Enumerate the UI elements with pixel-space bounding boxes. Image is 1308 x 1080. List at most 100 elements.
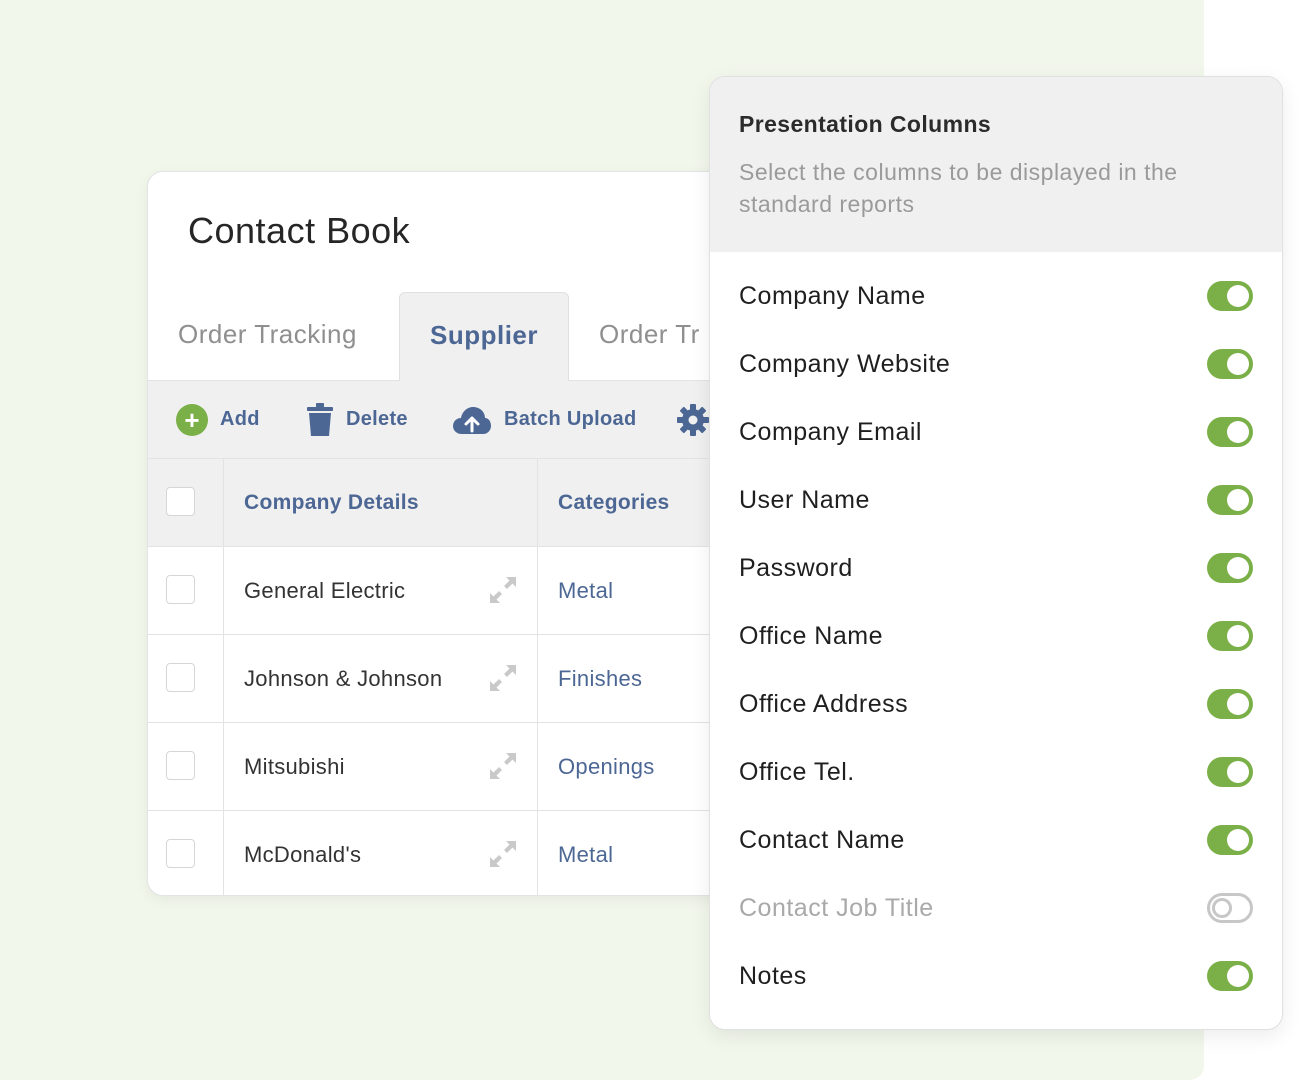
categories-header[interactable]: Categories [558, 459, 670, 546]
column-option-label: User Name [739, 486, 870, 514]
column-option: Notes [710, 942, 1282, 1010]
company-name: Johnson & Johnson [244, 666, 443, 691]
toolbar: + Add Delete Batch Upload [148, 381, 788, 459]
expand-arrows-icon[interactable] [487, 574, 519, 606]
tab-bar: Order Tracking Supplier Order Tr [148, 292, 788, 381]
panel-title: Presentation Columns [739, 111, 992, 137]
gear-icon [677, 403, 709, 436]
company-name: McDonald's [244, 842, 362, 867]
column-option-label: Company Name [739, 282, 926, 310]
column-toggle[interactable] [1207, 417, 1253, 447]
company-cell: General Electric [224, 547, 538, 634]
add-button[interactable]: + Add [176, 381, 260, 458]
column-option-label: Office Name [739, 622, 883, 650]
panel-header: Presentation Columns Select the columns … [710, 77, 1282, 252]
column-option: Office Address [710, 670, 1282, 738]
company-cell: Johnson & Johnson [224, 635, 538, 722]
company-cell: Mitsubishi [224, 723, 538, 810]
presentation-columns-panel: Presentation Columns Select the columns … [709, 76, 1283, 1030]
column-toggle[interactable] [1207, 757, 1253, 787]
category-link[interactable]: Finishes [558, 635, 642, 722]
select-all-checkbox[interactable] [166, 487, 195, 516]
table-header-row: Company Details Categories [148, 459, 788, 547]
category-link[interactable]: Metal [558, 811, 613, 895]
delete-label: Delete [346, 408, 408, 430]
company-name: General Electric [244, 578, 406, 603]
expand-arrows-icon[interactable] [487, 838, 519, 870]
table-row[interactable]: Mitsubishi Openings [148, 723, 788, 811]
column-option: User Name [710, 466, 1282, 534]
settings-button[interactable] [676, 381, 710, 458]
table-row[interactable]: General Electric Metal [148, 547, 788, 635]
table-row[interactable]: McDonald's Metal [148, 811, 788, 895]
header-check-cell [148, 459, 224, 546]
page-title: Contact Book [188, 210, 411, 251]
column-option-label: Office Address [739, 690, 909, 718]
column-option-label: Contact Job Title [739, 894, 934, 922]
column-toggle[interactable] [1207, 553, 1253, 583]
column-option-label: Company Email [739, 418, 922, 446]
batch-upload-button[interactable]: Batch Upload [452, 381, 637, 458]
tab-order-tracking-2[interactable]: Order Tr [599, 292, 700, 380]
toggle-knob [1227, 625, 1249, 647]
expand-arrows-icon[interactable] [487, 662, 519, 694]
row-check-cell [148, 635, 224, 722]
column-toggle[interactable] [1207, 689, 1253, 719]
toggle-knob [1227, 285, 1249, 307]
column-option: Contact Name [710, 806, 1282, 874]
column-option: Password [710, 534, 1282, 602]
table-row[interactable]: Johnson & Johnson Finishes [148, 635, 788, 723]
trash-icon [307, 402, 333, 436]
column-option-label: Office Tel. [739, 758, 855, 786]
tab-order-tracking[interactable]: Order Tracking [178, 292, 357, 380]
row-checkbox[interactable] [166, 839, 195, 868]
column-toggle[interactable] [1207, 961, 1253, 991]
column-toggle[interactable] [1207, 485, 1253, 515]
row-check-cell [148, 811, 224, 895]
add-label: Add [220, 408, 260, 430]
toggle-knob [1227, 421, 1249, 443]
row-check-cell [148, 723, 224, 810]
row-checkbox[interactable] [166, 575, 195, 604]
toggle-knob [1227, 965, 1249, 987]
column-option: Office Tel. [710, 738, 1282, 806]
panel-subtitle: Select the columns to be displayed in th… [739, 159, 1178, 217]
plus-circle-icon: + [176, 403, 208, 436]
column-toggle[interactable] [1207, 349, 1253, 379]
row-checkbox[interactable] [166, 663, 195, 692]
category-link[interactable]: Metal [558, 547, 613, 634]
toggle-knob [1227, 829, 1249, 851]
cloud-upload-icon [453, 406, 491, 434]
category-link[interactable]: Openings [558, 723, 655, 810]
column-option-label: Contact Name [739, 826, 905, 854]
company-name: Mitsubishi [244, 754, 345, 779]
column-option: Company Website [710, 330, 1282, 398]
row-checkbox[interactable] [166, 751, 195, 780]
table-body: General Electric Metal Johnson & Johnson [148, 547, 788, 895]
column-toggle[interactable] [1207, 621, 1253, 651]
column-toggle[interactable] [1207, 281, 1253, 311]
batch-upload-label: Batch Upload [504, 408, 637, 430]
toggle-knob [1212, 898, 1232, 918]
toggle-knob [1227, 557, 1249, 579]
contact-book-card: Contact Book Order Tracking Supplier Ord… [147, 171, 789, 896]
column-toggle[interactable] [1207, 893, 1253, 923]
toggle-knob [1227, 353, 1249, 375]
delete-button[interactable]: Delete [306, 381, 408, 458]
toggle-knob [1227, 693, 1249, 715]
column-option-label: Company Website [739, 350, 951, 378]
column-option: Company Name [710, 262, 1282, 330]
header-company-cell: Company Details [224, 459, 538, 546]
column-option-label: Password [739, 554, 853, 582]
toggle-knob [1227, 761, 1249, 783]
company-cell: McDonald's [224, 811, 538, 895]
column-option: Office Name [710, 602, 1282, 670]
row-check-cell [148, 547, 224, 634]
toggle-knob [1227, 489, 1249, 511]
contacts-table: Company Details Categories General Elect… [148, 459, 788, 895]
column-toggle[interactable] [1207, 825, 1253, 855]
company-details-header[interactable]: Company Details [244, 459, 419, 546]
column-option: Contact Job Title [710, 874, 1282, 942]
expand-arrows-icon[interactable] [487, 750, 519, 782]
tab-supplier[interactable]: Supplier [399, 292, 569, 381]
